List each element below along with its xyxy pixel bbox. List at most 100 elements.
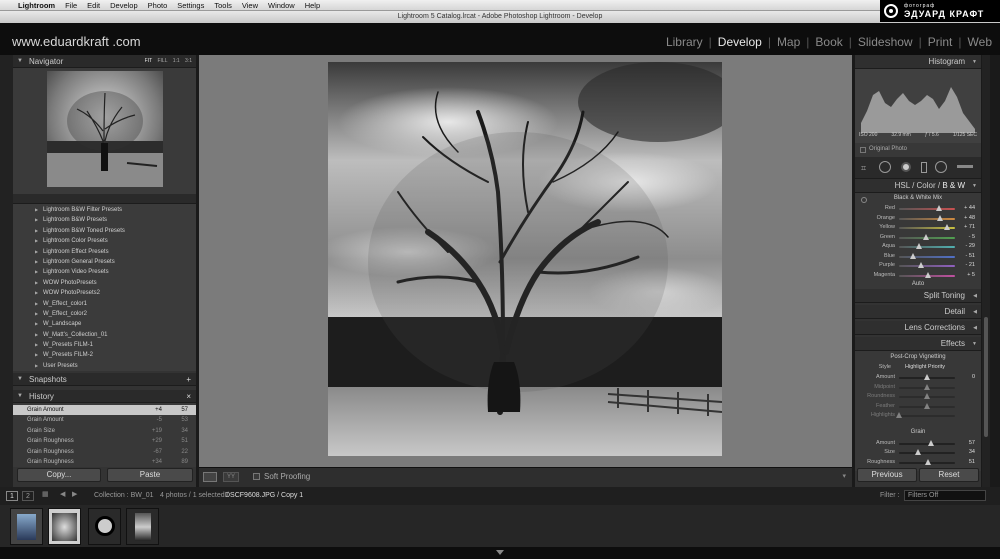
- grain-slider-knob[interactable]: [927, 439, 934, 446]
- copy-settings-button[interactable]: Copy...: [17, 468, 101, 482]
- lens-corrections-header[interactable]: Lens Corrections: [855, 321, 981, 335]
- grid-view-icon[interactable]: ▦: [42, 490, 49, 498]
- bottom-collapse-bar[interactable]: [0, 547, 1000, 559]
- zoom-3-1[interactable]: 3:1: [185, 58, 192, 64]
- grain-slider-row[interactable]: Roughness 51: [855, 458, 981, 468]
- navigator-header[interactable]: Navigator FIT FILL 1:1 3:1: [13, 55, 196, 68]
- module-book[interactable]: Book: [815, 35, 842, 49]
- bw-mix-slider-row[interactable]: Purple - 21: [855, 261, 981, 271]
- grain-slider-row[interactable]: Amount 57: [855, 439, 981, 449]
- bw-mix-slider-track[interactable]: [899, 208, 955, 210]
- bw-mix-slider-knob[interactable]: [910, 252, 916, 259]
- vignette-slider-track[interactable]: [899, 415, 955, 417]
- grain-slider-track[interactable]: [899, 452, 955, 454]
- bw-mix-slider-value[interactable]: + 44: [964, 205, 975, 211]
- tab-hsl[interactable]: HSL: [895, 181, 910, 190]
- vignette-slider-knob[interactable]: [924, 402, 930, 409]
- filmstrip-thumbnail[interactable]: [10, 508, 43, 545]
- vignette-slider-row[interactable]: Roundness: [855, 392, 981, 402]
- history-row[interactable]: Grain Roughness +29 51: [13, 436, 196, 446]
- bw-mix-slider-knob[interactable]: [916, 243, 923, 249]
- previous-button[interactable]: Previous: [857, 468, 917, 482]
- grain-slider-value[interactable]: 51: [969, 459, 975, 465]
- preset-folder[interactable]: Lightroom General Presets: [13, 257, 196, 268]
- preset-folder[interactable]: W_Matt's_Collection_01: [13, 330, 196, 341]
- histogram-display[interactable]: ISO 200 32.9 mm ƒ / 5.6 1/125 SEC: [855, 69, 981, 143]
- toolbar-menu-icon[interactable]: ▾: [842, 472, 846, 480]
- bw-mix-slider-value[interactable]: + 48: [964, 215, 975, 221]
- scrollbar-thumb[interactable]: [984, 317, 988, 437]
- menu-file[interactable]: File: [65, 1, 77, 10]
- preset-folder[interactable]: Lightroom Effect Presets: [13, 247, 196, 258]
- current-file[interactable]: DSCF9608.JPG / Copy 1: [225, 492, 303, 499]
- zoom-options[interactable]: FIT FILL 1:1 3:1: [145, 55, 192, 68]
- back-arrow-icon[interactable]: ◀: [60, 490, 65, 498]
- menu-develop[interactable]: Develop: [110, 1, 138, 10]
- loupe-view-icon[interactable]: [203, 472, 217, 482]
- preset-folder[interactable]: Lightroom B&W Presets: [13, 215, 196, 226]
- vignette-slider-knob[interactable]: [924, 383, 930, 390]
- radial-filter-icon[interactable]: [935, 161, 947, 173]
- preset-folder[interactable]: W_Effect_color1: [13, 299, 196, 310]
- vignette-slider-row[interactable]: Midpoint: [855, 383, 981, 393]
- vignette-slider-knob[interactable]: [924, 393, 930, 399]
- zoom-fit[interactable]: FIT: [145, 58, 152, 64]
- menu-photo[interactable]: Photo: [148, 1, 168, 10]
- menu-view[interactable]: View: [242, 1, 258, 10]
- clear-history-button[interactable]: ×: [186, 390, 191, 403]
- preset-folder[interactable]: WOW PhotoPresets2: [13, 288, 196, 299]
- preset-folder[interactable]: W_Presets FILM-2: [13, 350, 196, 361]
- preset-folder[interactable]: User Presets: [13, 361, 196, 372]
- preset-folder[interactable]: Lightroom B&W Toned Presets: [13, 226, 196, 237]
- red-eye-icon[interactable]: [901, 162, 911, 172]
- page-2-button[interactable]: 2: [22, 491, 34, 501]
- preset-folder[interactable]: W_Presets FILM-1: [13, 340, 196, 351]
- bw-mix-slider-knob[interactable]: [922, 233, 929, 240]
- grain-slider-row[interactable]: Size 34: [855, 448, 981, 458]
- zoom-fill[interactable]: FILL: [157, 58, 167, 64]
- module-develop[interactable]: Develop: [718, 35, 762, 49]
- menu-tools[interactable]: Tools: [214, 1, 232, 10]
- reset-button[interactable]: Reset: [919, 468, 979, 482]
- preset-folder[interactable]: Lightroom B&W Filter Presets: [13, 205, 196, 216]
- module-web[interactable]: Web: [968, 35, 992, 49]
- grain-slider-value[interactable]: 34: [969, 449, 975, 455]
- bw-mix-slider-row[interactable]: Blue - 51: [855, 252, 981, 262]
- hsl-header[interactable]: HSL / Color / B & W: [855, 179, 981, 193]
- original-photo-checkbox[interactable]: [860, 147, 866, 153]
- vignette-slider-knob[interactable]: [924, 374, 930, 380]
- main-photo[interactable]: [328, 62, 722, 456]
- bw-mix-slider-row[interactable]: Yellow + 71: [855, 223, 981, 233]
- grain-slider-value[interactable]: 57: [969, 440, 975, 446]
- module-slideshow[interactable]: Slideshow: [858, 35, 913, 49]
- bw-mix-slider-track[interactable]: [899, 217, 955, 220]
- module-print[interactable]: Print: [928, 35, 953, 49]
- menu-settings[interactable]: Settings: [177, 1, 204, 10]
- bw-mix-slider-row[interactable]: Red + 44: [855, 204, 981, 214]
- tab-color[interactable]: Color: [917, 181, 936, 190]
- vignette-slider-row[interactable]: Amount 0: [855, 373, 981, 383]
- navigator-preview[interactable]: [13, 68, 196, 194]
- snapshots-header[interactable]: Snapshots +: [13, 373, 196, 386]
- soft-proofing-checkbox[interactable]: [253, 473, 260, 480]
- menu-edit[interactable]: Edit: [87, 1, 100, 10]
- effects-header[interactable]: Effects: [855, 337, 981, 351]
- right-collapse-strip[interactable]: [990, 55, 1000, 487]
- bw-mix-slider-track[interactable]: [899, 255, 955, 258]
- menu-help[interactable]: Help: [305, 1, 320, 10]
- tab-bw[interactable]: B & W: [942, 181, 965, 190]
- filter-select[interactable]: Filters Off: [904, 490, 986, 501]
- grain-slider-knob[interactable]: [924, 458, 931, 465]
- bw-mix-slider-value[interactable]: + 5: [967, 272, 975, 278]
- vignette-slider-knob[interactable]: [896, 412, 902, 418]
- preset-folder[interactable]: Lightroom Color Presets: [13, 236, 196, 247]
- forward-arrow-icon[interactable]: ▶: [72, 490, 77, 498]
- menu-app-name[interactable]: Lightroom: [18, 1, 55, 10]
- bw-mix-slider-knob[interactable]: [943, 224, 950, 230]
- vignette-slider-row[interactable]: Feather: [855, 402, 981, 412]
- bw-mix-slider-knob[interactable]: [925, 271, 932, 278]
- vignette-slider-value[interactable]: 0: [972, 374, 975, 380]
- vignette-slider-row[interactable]: Highlights: [855, 411, 981, 421]
- preset-folder[interactable]: W_Effect_color2: [13, 309, 196, 320]
- bw-mix-slider-value[interactable]: - 5: [969, 234, 975, 240]
